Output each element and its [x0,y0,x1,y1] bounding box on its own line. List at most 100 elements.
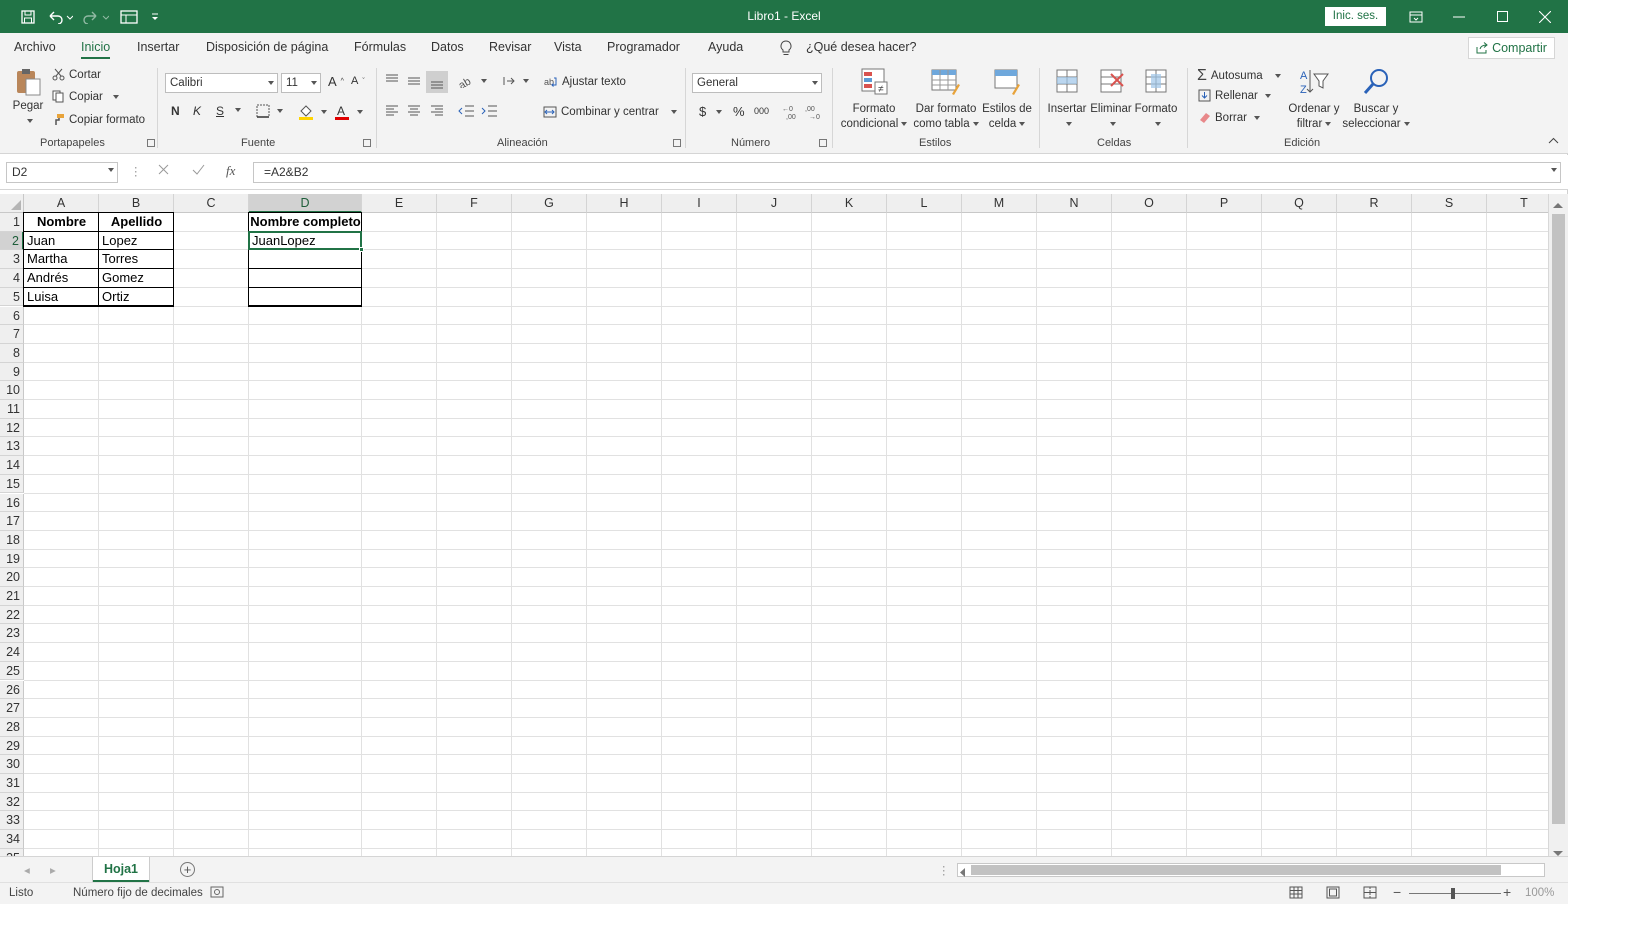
zoom-slider-thumb[interactable] [1451,888,1455,899]
fill-color-button[interactable] [298,104,327,120]
cell-a2[interactable]: Juan [24,232,99,251]
row-header-11[interactable]: 11 [0,400,24,419]
tell-me-search[interactable]: ¿Qué desea hacer? [806,40,917,54]
cell-b4[interactable]: Gomez [99,269,174,288]
font-color-button[interactable]: A [334,104,363,120]
collapse-ribbon-icon[interactable] [1548,137,1559,144]
cell-b3[interactable]: Torres [99,250,174,269]
normal-view-icon[interactable] [1289,886,1303,902]
format-painter-button[interactable]: Copiar formato [52,113,145,126]
row-header-34[interactable]: 34 [0,830,24,849]
copy-button[interactable]: Copiar [52,90,119,103]
clipboard-dialog-launcher[interactable] [147,139,155,147]
cell-a1[interactable]: Nombre [24,213,99,232]
format-as-table-button[interactable]: Dar formato como tabla [911,66,981,132]
cell-d2[interactable]: JuanLopez [249,232,362,251]
row-header-9[interactable]: 9 [0,362,24,382]
row-header-33[interactable]: 33 [0,811,24,831]
decrease-font-size-icon[interactable]: Aˇ [351,75,365,87]
column-header-t[interactable]: T [1487,194,1548,213]
align-bottom-icon[interactable] [426,71,448,93]
align-middle-icon[interactable] [406,73,422,87]
column-header-j[interactable]: J [737,194,812,213]
delete-cells-button[interactable]: Eliminar [1089,66,1133,132]
row-header-23[interactable]: 23 [0,624,24,644]
tab-formulas[interactable]: Fórmulas [354,40,406,54]
add-sheet-icon[interactable]: + [180,862,195,877]
autosum-button[interactable]: Σ Autosuma [1197,67,1281,85]
formula-input[interactable]: =A2&B2 [253,162,1561,183]
tab-disposicion-pagina[interactable]: Disposición de página [206,40,328,54]
row-header-35[interactable]: 35 [0,848,24,856]
find-select-button[interactable]: Buscar y seleccionar [1342,66,1410,132]
cell-b1[interactable]: Apellido [99,213,174,232]
page-break-view-icon[interactable] [1363,886,1377,902]
percent-button[interactable]: % [733,104,745,119]
align-left-icon[interactable] [384,104,400,118]
increase-decimal-icon[interactable]: ←0,00 [782,104,800,120]
row-header-8[interactable]: 8 [0,343,24,363]
cancel-entry-icon[interactable] [158,164,169,175]
row-header-17[interactable]: 17 [0,512,24,531]
row-header-10[interactable]: 10 [0,381,24,400]
column-header-k[interactable]: K [812,194,887,213]
column-header-c[interactable]: C [174,194,249,213]
next-sheet-icon[interactable]: ▸ [50,863,56,877]
italic-button[interactable]: K [193,104,201,118]
save-icon[interactable] [18,7,38,27]
row-header-19[interactable]: 19 [0,549,24,569]
row-header-18[interactable]: 18 [0,530,24,550]
row-header-20[interactable]: 20 [0,568,24,587]
undo-icon[interactable] [46,7,74,27]
font-dialog-launcher[interactable] [363,139,371,147]
tab-vista[interactable]: Vista [554,40,582,54]
font-name-select[interactable]: Calibri [165,73,278,93]
row-header-7[interactable]: 7 [0,325,24,344]
zoom-slider[interactable] [1409,893,1501,894]
customize-toolbar-icon[interactable] [148,7,162,27]
cell-b5[interactable]: Ortiz [99,288,174,307]
horizontal-scroll-thumb[interactable] [971,865,1501,875]
zoom-level[interactable]: 100% [1525,887,1554,899]
row-header-6[interactable]: 6 [0,306,24,326]
column-header-a[interactable]: A [24,194,99,213]
cell-a5[interactable]: Luisa [24,288,99,307]
row-header-24[interactable]: 24 [0,643,24,662]
row-header-30[interactable]: 30 [0,755,24,774]
number-dialog-launcher[interactable] [819,139,827,147]
align-center-icon[interactable] [406,104,422,118]
text-direction-icon[interactable] [500,74,529,88]
row-header-16[interactable]: 16 [0,493,24,513]
row-header-26[interactable]: 26 [0,680,24,700]
vertical-scrollbar[interactable] [1548,194,1568,856]
column-header-i[interactable]: I [662,194,737,213]
orientation-icon[interactable]: ab [458,74,487,88]
row-header-21[interactable]: 21 [0,587,24,606]
vertical-scroll-thumb[interactable] [1552,214,1565,824]
clear-button[interactable]: Borrar [1198,111,1260,124]
align-top-icon[interactable] [384,73,400,87]
decrease-decimal-icon[interactable]: ,00 →0 [805,104,823,120]
row-header-31[interactable]: 31 [0,774,24,793]
row-header-29[interactable]: 29 [0,736,24,756]
thousands-separator-button[interactable]: 000 [754,106,769,116]
tab-revisar[interactable]: Revisar [489,40,531,54]
row-header-1[interactable]: 1 [0,213,24,232]
scroll-up-icon[interactable] [1553,198,1563,212]
expand-formula-bar-icon[interactable] [1548,168,1557,172]
prev-sheet-icon[interactable]: ◂ [24,863,30,877]
redo-icon[interactable] [82,7,110,27]
cell-a3[interactable]: Martha [24,250,99,269]
zoom-out-icon[interactable]: − [1393,884,1401,900]
underline-dropdown[interactable] [232,108,241,112]
merge-center-button[interactable]: Combinar y centrar [543,105,677,119]
fill-button[interactable]: Rellenar [1198,89,1271,102]
column-header-l[interactable]: L [887,194,962,213]
form-icon[interactable] [118,7,140,27]
tab-insertar[interactable]: Insertar [137,40,179,54]
tab-ayuda[interactable]: Ayuda [708,40,743,54]
close-icon[interactable] [1523,0,1567,33]
row-header-2[interactable]: 2 [0,231,24,251]
currency-button[interactable]: $ [699,104,723,119]
column-header-g[interactable]: G [512,194,587,213]
